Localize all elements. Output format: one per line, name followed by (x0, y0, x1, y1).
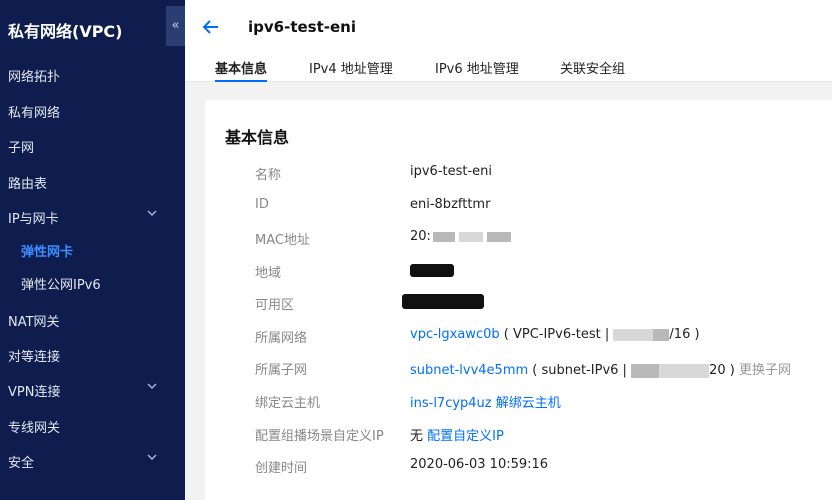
sidebar-title: 私有网络(VPC) (8, 22, 123, 41)
redacted-block (486, 231, 511, 242)
field-label: 地域 (255, 266, 282, 281)
tab-security-groups[interactable]: 关联安全组 (560, 58, 625, 82)
field-label: 配置组播场景自定义IP (255, 429, 384, 444)
redacted-block (458, 231, 483, 242)
field-region: 地域 (205, 259, 832, 283)
tab-ipv6-management[interactable]: IPv6 地址管理 (435, 58, 519, 82)
chevron-down-icon (147, 452, 157, 462)
sidebar-item-label: 安全 (8, 456, 35, 471)
chevron-down-icon (147, 208, 157, 218)
field-label: ID (255, 197, 269, 212)
vpc-link[interactable]: vpc-lgxawc0b (410, 327, 500, 342)
field-value (402, 294, 484, 309)
page-title: ipv6-test-eni (248, 18, 356, 36)
field-id: ID eni-8bzfttmr (205, 194, 832, 218)
field-label: 所属网络 (255, 331, 308, 346)
field-label: 可用区 (255, 298, 295, 313)
change-subnet-link[interactable]: 更换子网 (739, 363, 791, 378)
sidebar-item-label: 路由表 (8, 177, 48, 192)
chevron-down-icon (147, 381, 157, 391)
redacted-block (653, 328, 670, 341)
subnet-link[interactable]: subnet-lvv4e5mm (410, 363, 528, 378)
field-value (410, 262, 454, 277)
field-mac: MAC地址 20: (205, 226, 832, 250)
field-bound-host: 绑定云主机 ins-l7cyp4uz 解绑云主机 (205, 389, 832, 413)
tab-basic-info[interactable]: 基本信息 (215, 58, 268, 82)
basic-info-card: 基本信息 名称 ipv6-test-eni ID eni-8bzfttmr MA… (205, 100, 832, 500)
sidebar-item-security[interactable]: 安全 (0, 445, 185, 475)
vpc-name: ( VPC-IPv6-test | (503, 327, 610, 342)
sidebar-item-subnet[interactable]: 子网 (0, 130, 185, 160)
sidebar-item-label: 对等连接 (8, 350, 61, 365)
field-value: eni-8bzfttmr (410, 197, 491, 212)
field-name: 名称 ipv6-test-eni (205, 161, 832, 185)
field-subnet: 所属子网 subnet-lvv4e5mm ( subnet-IPv6 | 20 … (205, 356, 832, 380)
redacted-block (613, 328, 654, 341)
sidebar-item-direct-connect[interactable]: 专线网关 (0, 410, 185, 440)
instance-link[interactable]: ins-l7cyp4uz (410, 396, 492, 411)
sidebar: 私有网络(VPC) « 网络拓扑 私有网络 子网 路由表 IP与网卡 弹性网卡 … (0, 0, 185, 500)
redacted-block (631, 363, 660, 378)
subnet-cidr-suffix: 20 ) (709, 363, 735, 378)
sidebar-item-label: IP与网卡 (8, 212, 59, 227)
tab-ipv4-management[interactable]: IPv4 地址管理 (309, 58, 393, 82)
field-value: 20: (410, 229, 511, 244)
field-label: 所属子网 (255, 363, 308, 378)
field-value: 无 配置自定义IP (410, 425, 504, 444)
field-value: 2020-06-03 10:59:16 (410, 457, 549, 472)
sidebar-item-label: VPN连接 (8, 385, 61, 400)
redacted-block (410, 263, 454, 277)
vpc-cidr-suffix: /16 ) (669, 327, 700, 342)
sidebar-item-label: 弹性公网IPv6 (21, 278, 101, 293)
sidebar-item-label: 网络拓扑 (8, 70, 61, 85)
redacted-block (432, 231, 455, 242)
configure-custom-ip-link[interactable]: 配置自定义IP (427, 429, 504, 444)
redacted-block (402, 294, 484, 309)
field-label: MAC地址 (255, 233, 310, 248)
mac-prefix: 20: (410, 229, 431, 244)
unbind-host-link[interactable]: 解绑云主机 (496, 396, 561, 411)
sidebar-item-route-table[interactable]: 路由表 (0, 166, 185, 196)
field-value: vpc-lgxawc0b ( VPC-IPv6-test | /16 ) (410, 327, 700, 342)
sidebar-item-label: 专线网关 (8, 421, 61, 436)
field-value: ipv6-test-eni (410, 164, 493, 179)
field-value: subnet-lvv4e5mm ( subnet-IPv6 | 20 ) 更换子… (410, 359, 791, 378)
sidebar-item-vpn[interactable]: VPN连接 (0, 374, 185, 404)
sidebar-item-label: 弹性网卡 (21, 245, 74, 260)
redacted-block (659, 363, 710, 378)
sidebar-item-label: 私有网络 (8, 106, 61, 121)
section-title: 基本信息 (225, 128, 290, 147)
field-label: 绑定云主机 (255, 396, 321, 411)
sidebar-item-label: NAT网关 (8, 315, 60, 330)
multicast-value: 无 (410, 429, 424, 444)
back-arrow-icon[interactable] (201, 17, 221, 37)
subnet-name: ( subnet-IPv6 | (532, 363, 627, 378)
field-multicast-ip: 配置组播场景自定义IP 无 配置自定义IP (205, 422, 832, 446)
sidebar-item-eni[interactable]: 弹性网卡 (0, 234, 185, 264)
field-label: 创建时间 (255, 461, 308, 476)
field-vpc: 所属网络 vpc-lgxawc0b ( VPC-IPv6-test | /16 … (205, 324, 832, 348)
sidebar-item-eip-ipv6[interactable]: 弹性公网IPv6 (0, 267, 185, 297)
field-zone: 可用区 (205, 291, 832, 315)
field-value: ins-l7cyp4uz 解绑云主机 (410, 392, 561, 411)
sidebar-item-topology[interactable]: 网络拓扑 (0, 59, 185, 89)
field-created-time: 创建时间 2020-06-03 10:59:16 (205, 454, 832, 478)
collapse-sidebar-button[interactable]: « (166, 6, 185, 46)
sidebar-item-ip-and-nic[interactable]: IP与网卡 (0, 201, 185, 231)
sidebar-item-vpc[interactable]: 私有网络 (0, 95, 185, 125)
field-label: 名称 (255, 168, 282, 183)
sidebar-header: 私有网络(VPC) « (0, 0, 185, 58)
sidebar-item-label: 子网 (8, 141, 35, 156)
page-header: ipv6-test-eni 基本信息 IPv4 地址管理 IPv6 地址管理 关… (185, 0, 832, 82)
sidebar-item-nat-gateway[interactable]: NAT网关 (0, 304, 185, 334)
sidebar-item-peering[interactable]: 对等连接 (0, 339, 185, 369)
